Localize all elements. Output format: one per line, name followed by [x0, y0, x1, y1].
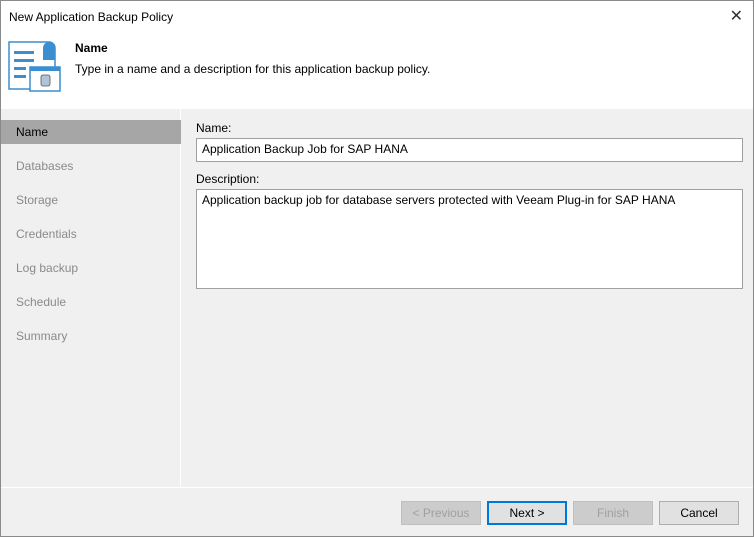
step-description: Type in a name and a description for thi… [75, 62, 431, 76]
name-input[interactable]: Application Backup Job for SAP HANA [196, 138, 743, 162]
step-log-backup: Log backup [16, 261, 79, 275]
wizard-header: Name Type in a name and a description fo… [1, 33, 753, 109]
wizard-footer: < Previous Next > Finish Cancel [1, 487, 753, 536]
wizard-steps: Name Databases Storage Credentials Log b… [1, 109, 181, 487]
window-title: New Application Backup Policy [9, 10, 174, 24]
description-label: Description: [196, 172, 260, 186]
step-credentials: Credentials [16, 227, 77, 241]
wizard-window: New Application Backup Policy ✕ Name Typ… [0, 0, 754, 537]
next-button[interactable]: Next > [487, 501, 567, 525]
previous-button[interactable]: < Previous [401, 501, 481, 525]
cancel-button[interactable]: Cancel [659, 501, 739, 525]
finish-button[interactable]: Finish [573, 501, 653, 525]
name-label: Name: [196, 121, 232, 135]
description-textarea[interactable]: Application backup job for database serv… [196, 189, 743, 289]
step-schedule: Schedule [16, 295, 67, 309]
step-databases: Databases [16, 159, 74, 173]
step-name[interactable]: Name [1, 120, 181, 144]
step-title: Name [75, 41, 108, 55]
step-storage: Storage [16, 193, 59, 207]
policy-icon [8, 41, 61, 92]
step-summary: Summary [16, 329, 68, 343]
close-icon[interactable]: ✕ [730, 6, 743, 26]
title-bar: New Application Backup Policy ✕ [1, 1, 753, 33]
